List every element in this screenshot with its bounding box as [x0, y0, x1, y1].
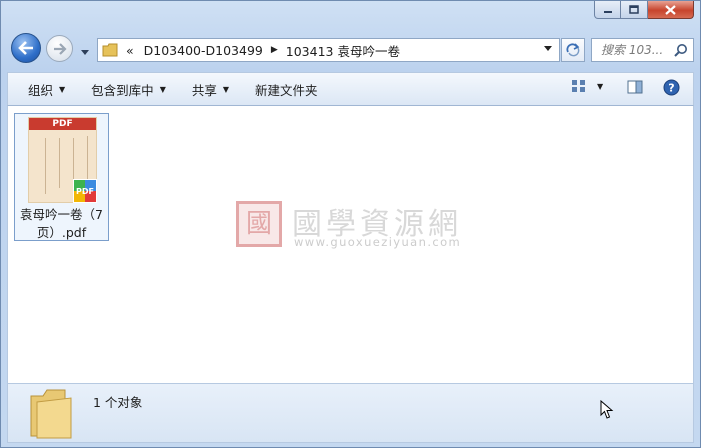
refresh-button[interactable]	[561, 38, 585, 62]
caption-buttons	[594, 1, 694, 19]
thumbnail-text-column	[59, 138, 60, 188]
breadcrumb-item[interactable]: D103400-D103499	[144, 43, 263, 58]
arrow-right-icon	[53, 42, 67, 55]
command-bar: 组织 ▼ 包含到库中 ▼ 共享 ▼ 新建文件夹 ▼ ?	[7, 72, 694, 106]
include-in-library-label: 包含到库中	[91, 82, 154, 98]
file-item[interactable]: PDF PDF 袁母吟一卷（7页）.pdf	[14, 113, 109, 241]
watermark-seal: 國	[236, 201, 282, 247]
breadcrumb-item[interactable]: 103413 袁母吟一卷	[286, 41, 400, 60]
chevron-down-icon	[81, 50, 89, 55]
organize-button[interactable]: 组织 ▼	[28, 80, 65, 99]
preview-pane-icon	[627, 80, 643, 94]
explorer-window: « D103400-D103499 ▶ 103413 袁母吟一卷 组织 ▼ 包含…	[0, 0, 701, 448]
organize-label: 组织	[28, 82, 54, 98]
folder-large-icon	[30, 389, 72, 439]
watermark-url: www.guoxueziyuan.com	[294, 235, 462, 249]
pdf-app-badge: PDF	[73, 179, 97, 203]
breadcrumb-overflow[interactable]: «	[126, 43, 134, 58]
maximize-button[interactable]	[621, 1, 648, 19]
svg-text:?: ?	[668, 82, 674, 95]
help-icon: ?	[663, 79, 680, 96]
chevron-down-icon: ▼	[222, 84, 230, 94]
share-label: 共享	[191, 82, 217, 98]
share-button[interactable]: 共享 ▼	[192, 80, 229, 99]
forward-button[interactable]	[46, 35, 73, 62]
help-button[interactable]: ?	[663, 79, 680, 96]
watermark-logo: 國 國學資源網 www.guoxueziyuan.com	[236, 201, 471, 251]
breadcrumb-separator-icon[interactable]: ▶	[271, 45, 278, 55]
details-pane: 1 个对象	[7, 383, 694, 443]
view-grid-icon	[572, 80, 585, 92]
search-box[interactable]	[591, 38, 694, 62]
new-folder-button[interactable]: 新建文件夹	[255, 80, 318, 99]
folder-icon	[102, 43, 118, 57]
back-button[interactable]	[11, 33, 41, 63]
include-in-library-button[interactable]: 包含到库中 ▼	[91, 80, 166, 99]
chevron-down-icon: ▼	[597, 81, 604, 91]
pdf-thumbnail: PDF PDF	[28, 117, 97, 203]
address-bar[interactable]: « D103400-D103499 ▶ 103413 袁母吟一卷	[97, 38, 560, 62]
item-count: 1 个对象	[93, 395, 143, 410]
search-icon[interactable]	[674, 43, 688, 57]
file-name[interactable]: 袁母吟一卷（7页）.pdf	[15, 206, 108, 242]
new-folder-label: 新建文件夹	[255, 82, 318, 98]
thumbnail-text-column	[87, 136, 88, 180]
close-icon	[665, 4, 676, 15]
file-list-area[interactable]: PDF PDF 袁母吟一卷（7页）.pdf 國 國學資源網 www.guoxue…	[7, 106, 694, 383]
view-options-button[interactable]: ▼	[571, 79, 603, 93]
arrow-left-icon	[18, 41, 33, 55]
preview-pane-button[interactable]	[627, 79, 643, 95]
maximize-icon	[629, 5, 639, 14]
recent-pages-button[interactable]	[80, 45, 90, 59]
mouse-cursor-icon	[600, 400, 614, 419]
search-input[interactable]	[599, 42, 675, 58]
minimize-button[interactable]	[594, 1, 621, 19]
refresh-icon	[566, 43, 580, 57]
close-button[interactable]	[648, 1, 694, 19]
thumbnail-text-column	[45, 138, 46, 194]
pdf-thumbnail-label: PDF	[29, 118, 96, 130]
chevron-down-icon: ▼	[159, 84, 166, 94]
chevron-down-icon[interactable]	[543, 45, 553, 53]
minimize-icon	[603, 10, 612, 13]
chevron-down-icon: ▼	[59, 84, 66, 94]
